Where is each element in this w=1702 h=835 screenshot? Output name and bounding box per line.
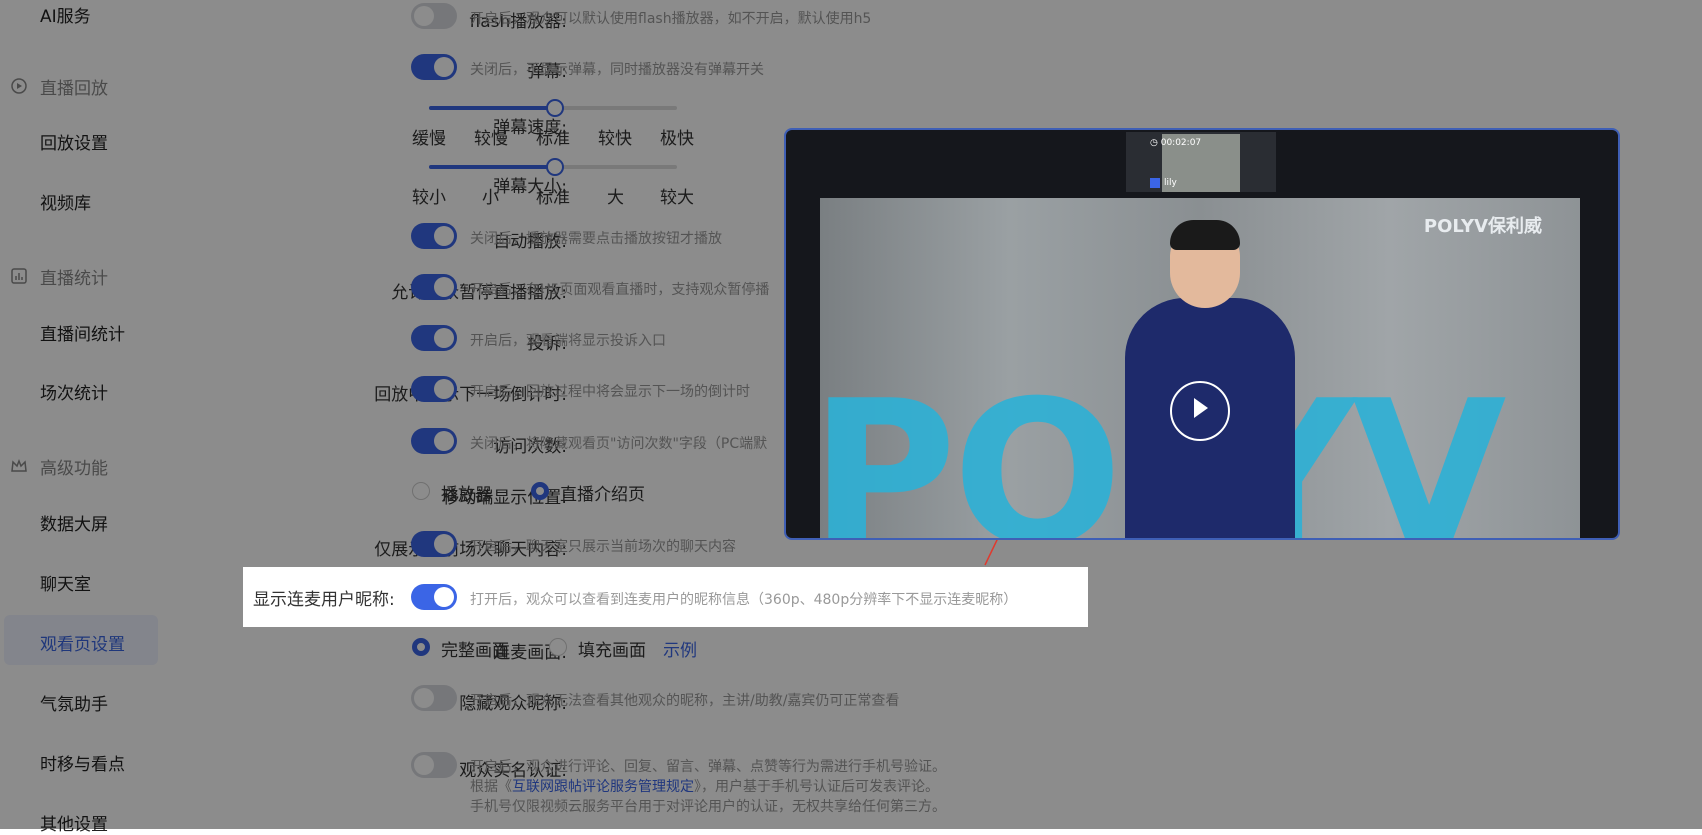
mic-badge-icon (1150, 178, 1160, 188)
logo-watermark: POLYV保利威 (1423, 216, 1542, 237)
video-stage: POLYV POLYV保利威 (820, 198, 1580, 538)
play-triangle-icon (1194, 398, 1208, 418)
presenter-hair (1170, 220, 1240, 250)
thumbnail-username: lily (1164, 178, 1177, 188)
preview-popup: ◷ 00:02:07 lily POLYV POLYV保利威 (784, 128, 1620, 540)
mic-thumbnail: ◷ 00:02:07 lily (1126, 132, 1276, 192)
time-text: 00:02:07 (1160, 138, 1202, 148)
thumbnail-time: ◷ 00:02:07 (1150, 138, 1202, 148)
